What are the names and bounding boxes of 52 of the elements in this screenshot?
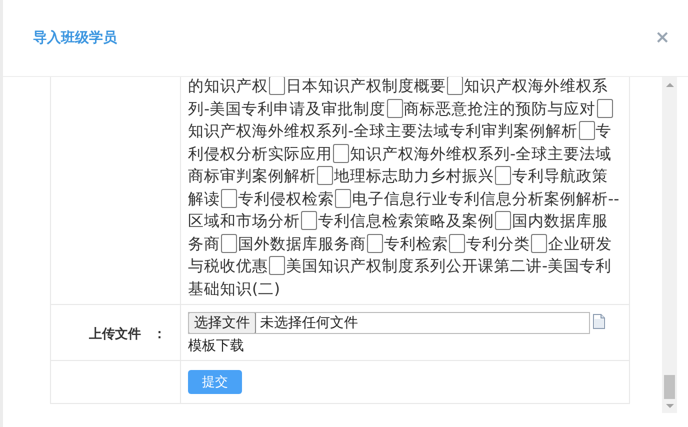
checkbox[interactable] [596, 98, 613, 118]
course-name: 专利信息检索策略及案例 [318, 212, 494, 230]
checkbox[interactable] [449, 234, 465, 252]
course-name: 知识产权海外维权系列-全球主要法域 [350, 144, 612, 162]
course-name: 知识产权海外维权系列-全球主要法域专利审判案例解析 [188, 122, 578, 140]
course-name: 知识产权海外维权系 [464, 77, 608, 95]
checkbox[interactable] [317, 166, 333, 185]
checkbox[interactable] [578, 121, 595, 140]
course-name: 区域和市场分析 [188, 212, 300, 230]
checkbox[interactable] [367, 234, 383, 252]
course-name: 电子信息行业专利信息分析案例解析-- [352, 190, 620, 208]
checkbox[interactable] [531, 234, 547, 252]
course-name: 专利分类 [466, 234, 530, 252]
checkbox[interactable] [386, 98, 403, 118]
course-name: 解读 [188, 190, 220, 208]
checkbox[interactable] [269, 77, 285, 95]
checkbox[interactable] [301, 211, 317, 230]
checkbox[interactable] [269, 256, 285, 275]
course-name: 国内数据库服 [512, 212, 608, 230]
course-name: 美国知识产权制度系列公开课第二讲-美国专利 [286, 257, 612, 275]
dialog-title: 导入班级学员 [33, 29, 117, 47]
course-name: 务商 [188, 234, 220, 252]
course-name: 的知识产权 [188, 77, 268, 95]
checkbox[interactable] [221, 234, 237, 252]
course-name: 地理标志助力乡村振兴 [334, 167, 494, 185]
course-name: 商标恶意抢注的预防与应对 [404, 100, 596, 118]
course-name: 专 [596, 122, 612, 140]
upload-label: 上传文件 [89, 326, 141, 342]
template-download-link[interactable]: 模板下载 [188, 336, 622, 356]
document-icon [593, 314, 605, 329]
file-status-text: 未选择任何文件 [260, 314, 358, 332]
file-input-field[interactable]: 选择文件 未选择任何文件 [188, 312, 590, 334]
colon-text: ： [153, 326, 166, 342]
checkbox[interactable] [221, 188, 237, 208]
checkbox[interactable] [495, 211, 511, 230]
course-name: 专利导航政策 [512, 167, 608, 185]
course-name: 基础知识(二) [188, 280, 280, 298]
course-name: 企业研发 [548, 234, 612, 252]
checkbox[interactable] [333, 144, 349, 162]
choose-file-button[interactable]: 选择文件 [189, 313, 256, 333]
course-name: 与税收优惠 [188, 257, 268, 275]
course-name: 日本知识产权制度概要 [286, 77, 446, 95]
course-name: 专利检索 [384, 234, 448, 252]
checkbox[interactable] [335, 188, 351, 208]
course-name: 专利侵权检索 [238, 190, 334, 208]
course-name: 利侵权分析实际应用 [188, 144, 332, 162]
checkbox[interactable] [495, 166, 511, 185]
course-name: 列-美国专利申请及审批制度 [188, 100, 386, 118]
course-name: 商标审判案例解析 [188, 167, 316, 185]
checkbox[interactable] [447, 77, 463, 95]
scrollbar[interactable] [662, 77, 677, 413]
course-name: 国外数据库服务商 [238, 234, 366, 252]
